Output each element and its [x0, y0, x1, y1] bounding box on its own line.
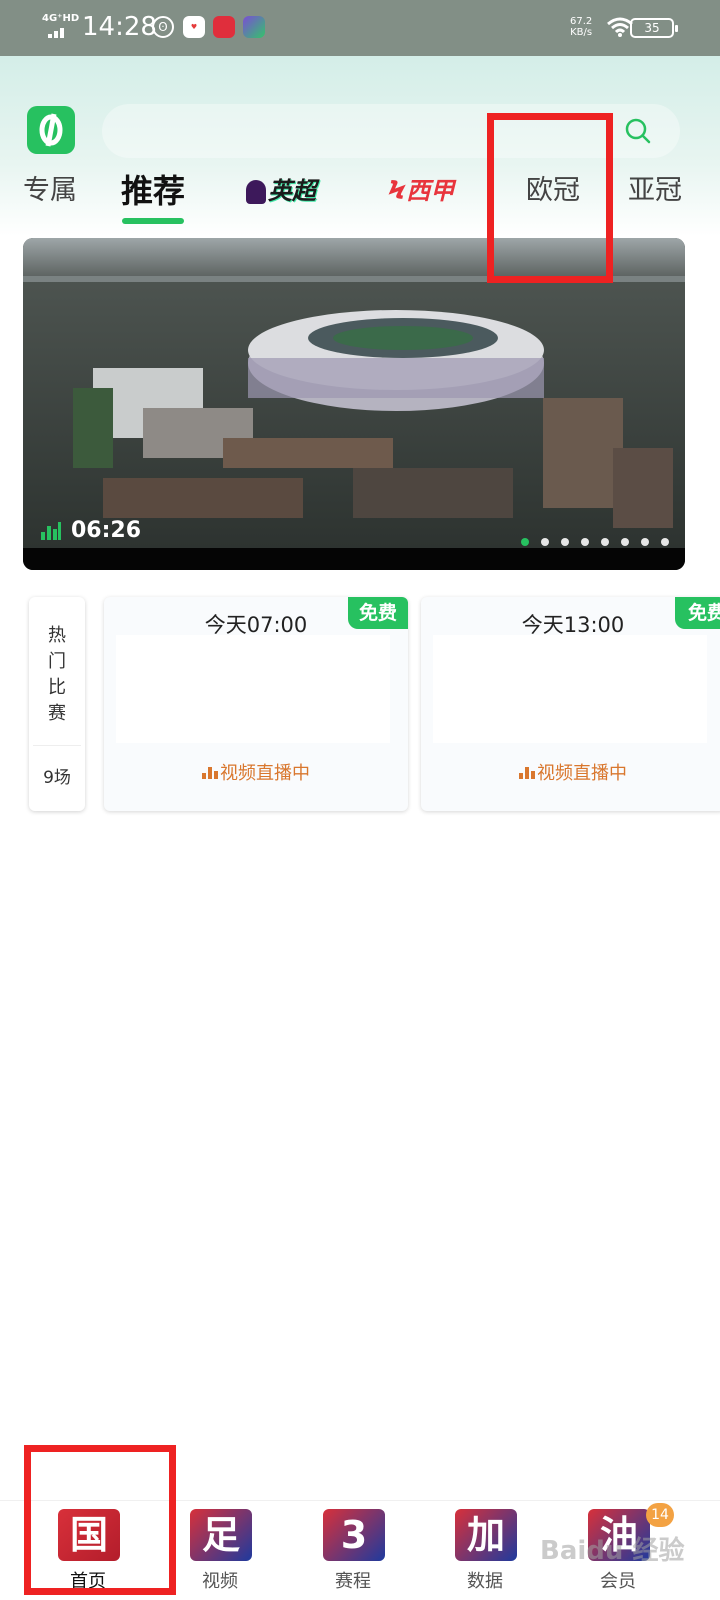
highlight-box-home [24, 1445, 176, 1595]
dongqiudi-logo-icon [39, 113, 63, 147]
watermark: Baidu 经验 [540, 1536, 685, 1566]
live-bars-icon [202, 767, 218, 779]
tab-exclusive[interactable]: 专属 [23, 166, 77, 216]
live-status: 视频直播中 [421, 759, 720, 785]
nav-data[interactable]: 加 数据 [425, 1501, 545, 1600]
game-icon: ♥ [183, 16, 205, 38]
lightning-icon: ʘ [152, 16, 174, 38]
network-speed: 67.2 KB/s [570, 16, 593, 38]
live-bars-icon [519, 767, 535, 779]
banner-carousel[interactable]: 06:26 [23, 238, 685, 570]
carousel-dot[interactable] [621, 538, 629, 546]
carousel-dot[interactable] [561, 538, 569, 546]
match-card[interactable]: 今天13:00 免费 视频直播中 [421, 597, 720, 811]
battery-icon: 35 [630, 18, 678, 38]
carousel-dot[interactable] [521, 538, 529, 546]
live-status: 视频直播中 [104, 759, 408, 785]
signal-icon [48, 26, 70, 38]
notification-badge: 14 [646, 1503, 674, 1527]
tab-recommended[interactable]: 推荐 [121, 166, 185, 216]
carousel-indicators [509, 531, 669, 546]
match-card[interactable]: 今天07:00 免费 视频直播中 [104, 597, 408, 811]
match-teams-area [116, 635, 390, 743]
match-teams-area [433, 635, 707, 743]
active-tab-indicator [122, 218, 184, 224]
live-signal-icon [41, 522, 61, 540]
hot-matches-title: 热 门 比 赛 [48, 625, 66, 724]
hot-matches-count: 9场 [43, 768, 71, 788]
carousel-dot[interactable] [661, 538, 669, 546]
carousel-dot[interactable] [601, 538, 609, 546]
free-badge: 免费 [675, 597, 720, 629]
nav-label: 数据 [467, 1571, 503, 1592]
banner-bottom-bar [23, 548, 685, 570]
tab-afc-champions-league[interactable]: 亚冠 [628, 166, 682, 216]
tab-premier-league[interactable]: 英超 [246, 166, 316, 216]
network-indicator: 4G⁺HD [42, 13, 80, 24]
status-bar: 4G⁺HD 14:28 ʘ ♥ 67.2 KB/s 35 [0, 0, 720, 56]
video-icon: 足 [190, 1509, 252, 1561]
app-logo[interactable] [27, 106, 75, 154]
nav-label: 视频 [202, 1571, 238, 1592]
data-icon: 加 [455, 1509, 517, 1561]
nav-label: 赛程 [335, 1571, 371, 1592]
premier-league-lion-icon [246, 180, 266, 204]
carousel-dot[interactable] [581, 538, 589, 546]
carousel-dot[interactable] [641, 538, 649, 546]
search-icon[interactable] [624, 117, 652, 145]
carousel-dot[interactable] [541, 538, 549, 546]
nav-schedule[interactable]: 3 赛程 [293, 1501, 413, 1600]
nav-video[interactable]: 足 视频 [160, 1501, 280, 1600]
free-badge: 免费 [348, 597, 408, 629]
divider [33, 745, 81, 746]
status-time: 14:28 [82, 12, 157, 42]
hot-matches-card[interactable]: 热 门 比 赛 9场 [29, 597, 85, 811]
iqiyi-icon [243, 16, 265, 38]
laliga-logo-icon: Ϟ [388, 176, 407, 206]
highlight-box-champions-league [487, 113, 613, 283]
schedule-icon: 3 [323, 1509, 385, 1561]
video-duration: 06:26 [41, 518, 141, 544]
nav-label: 会员 [600, 1571, 636, 1592]
tab-laliga[interactable]: Ϟ西甲 [388, 166, 454, 216]
pinduoduo-icon [213, 16, 235, 38]
